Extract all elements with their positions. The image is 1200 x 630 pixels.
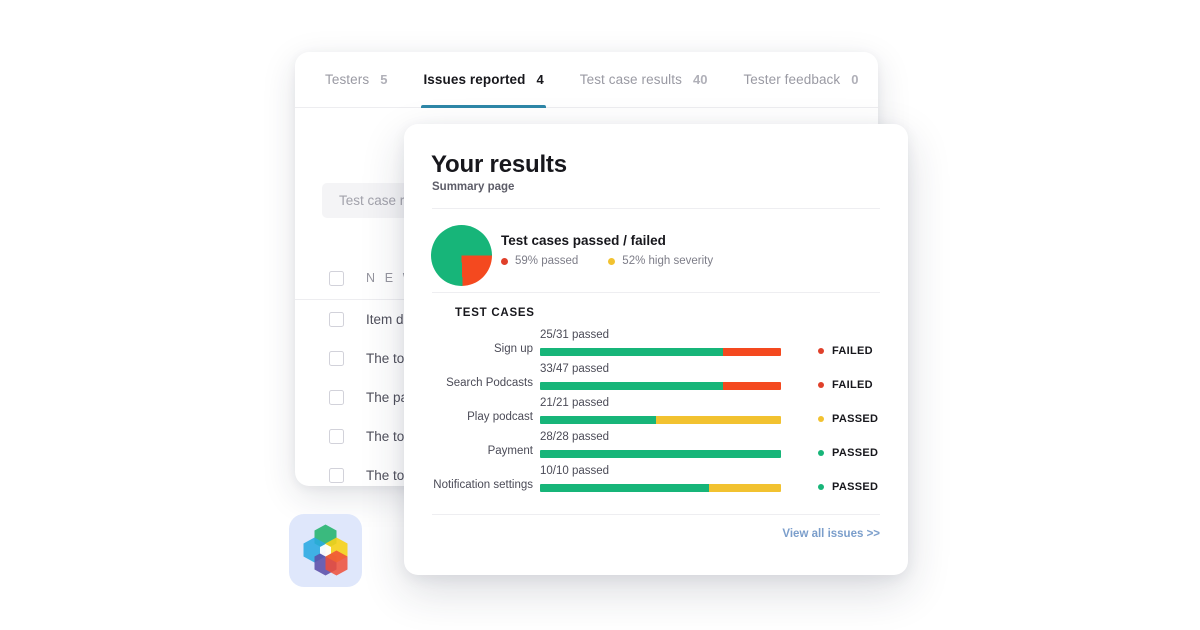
status-dot-icon	[818, 348, 824, 354]
testcase-label: Payment	[487, 445, 533, 457]
checkbox[interactable]	[329, 429, 344, 444]
page-subtitle: Summary page	[432, 181, 515, 193]
progress-bar	[540, 348, 781, 356]
app-logo-badge	[289, 514, 362, 587]
status-label: PASSED	[832, 481, 879, 493]
testcase-caption: 33/47 passed	[540, 363, 610, 375]
tab-label: Tester feedback	[743, 71, 841, 87]
tab-testers[interactable]: Testers 5	[325, 52, 387, 108]
page-title: Your results	[431, 151, 567, 178]
testcase-label: Sign up	[493, 343, 533, 355]
divider	[432, 292, 880, 293]
screenshot-root: Testers 5 Issues reported 4 Test case result…	[0, 0, 1200, 630]
tab-label: Test case results	[579, 71, 682, 87]
testcase-row: Payment 28/28 passed PASSED	[404, 431, 908, 465]
pie-chart	[431, 225, 492, 286]
checkbox[interactable]	[329, 468, 344, 483]
testcase-row: Sign up 25/31 passed FAILED	[404, 329, 908, 363]
progress-bar	[540, 382, 781, 390]
legend-item: 59% passed	[501, 255, 578, 267]
status-label: PASSED	[832, 413, 879, 425]
divider	[432, 514, 880, 515]
tab-label: Issues reported	[423, 71, 526, 87]
checkbox[interactable]	[329, 390, 344, 405]
tab-tester-feedback[interactable]: Tester feedback 0	[743, 52, 858, 108]
tab-bar: Testers 5 Issues reported 4 Test case result…	[295, 52, 878, 108]
testcase-row: Search Podcasts 33/47 passed FAILED	[404, 363, 908, 397]
status-badge: PASSED	[818, 413, 878, 425]
testcases-bar-list: Sign up 25/31 passed FAILED Search Podcasts…	[404, 329, 908, 499]
status-dot-icon	[818, 382, 824, 388]
testcase-row: Play podcast 21/21 passed PASSED	[404, 397, 908, 431]
status-badge: FAILED	[818, 345, 873, 357]
progress-segment	[540, 416, 656, 424]
status-dot-icon	[818, 484, 824, 490]
progress-segment	[540, 348, 724, 356]
testcase-caption: 28/28 passed	[540, 431, 610, 443]
status-dot-icon	[818, 450, 824, 456]
progress-bar	[540, 484, 781, 492]
summary-title: Test cases passed / failed	[501, 233, 666, 248]
tab-test-case-results[interactable]: Test case results 40	[580, 52, 708, 108]
progress-segment	[540, 450, 781, 458]
search-placeholder: Test case re	[339, 193, 412, 208]
progress-segment	[723, 382, 781, 390]
checkbox[interactable]	[329, 312, 344, 327]
legend-dot-icon	[608, 257, 616, 265]
testcases-heading: TEST CASES	[455, 307, 535, 319]
legend-label: 59% passed	[515, 255, 579, 267]
testcase-caption: 25/31 passed	[540, 329, 610, 341]
progress-segment	[708, 484, 781, 492]
hexagon-logo-icon	[303, 524, 348, 576]
status-label: FAILED	[832, 345, 873, 357]
progress-segment	[540, 484, 709, 492]
progress-bar	[540, 450, 781, 458]
results-panel: Your results Summary page Test cases pas…	[404, 124, 908, 575]
status-badge: PASSED	[818, 481, 878, 493]
tab-issues-reported[interactable]: Issues reported 4	[421, 52, 547, 108]
status-label: FAILED	[832, 379, 873, 391]
progress-bar	[540, 416, 781, 424]
testcase-label: Play podcast	[467, 411, 533, 423]
testcase-caption: 10/10 passed	[540, 465, 610, 477]
testcase-row: Notification settings 10/10 passed PASSED	[404, 465, 908, 499]
tab-count: 4	[536, 71, 544, 87]
view-all-issues-link[interactable]: View all issues >>	[782, 528, 880, 540]
status-label: PASSED	[832, 447, 879, 459]
legend-label: 52% high severity	[622, 255, 714, 267]
checkbox[interactable]	[329, 351, 344, 366]
tab-count: 40	[692, 71, 708, 87]
progress-segment	[540, 382, 724, 390]
divider	[432, 208, 880, 209]
status-badge: FAILED	[818, 379, 873, 391]
checkbox[interactable]	[329, 270, 344, 286]
legend-dot-icon	[501, 257, 508, 265]
progress-segment	[655, 416, 781, 424]
testcase-label: Notification settings	[433, 479, 533, 491]
status-dot-icon	[818, 416, 824, 422]
progress-segment	[723, 348, 781, 356]
tab-label: Testers	[325, 71, 370, 87]
tab-count: 5	[380, 71, 388, 87]
testcase-label: Search Podcasts	[446, 377, 533, 389]
chart-legend: 59% passed 52% high severity	[501, 255, 713, 267]
testcase-caption: 21/21 passed	[540, 397, 610, 409]
status-badge: PASSED	[818, 447, 878, 459]
tab-count: 0	[851, 71, 859, 87]
legend-item: 52% high severity	[608, 255, 713, 267]
